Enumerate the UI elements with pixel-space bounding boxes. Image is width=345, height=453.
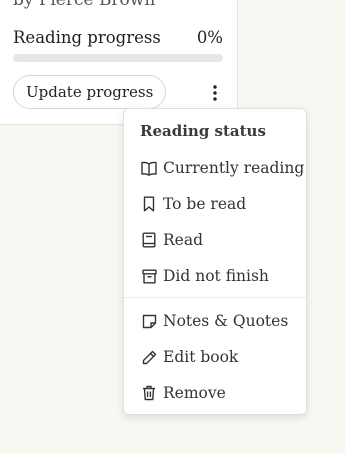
menu-item-notes-quotes[interactable]: Notes & Quotes (124, 304, 306, 338)
book-options-menu: Reading status Currently reading To be r… (123, 108, 307, 415)
trash-icon (141, 385, 157, 401)
closed-book-icon (141, 232, 157, 248)
menu-item-currently-reading[interactable]: Currently reading (124, 151, 306, 185)
bookmark-icon (141, 196, 157, 212)
more-options-icon[interactable] (205, 81, 225, 105)
menu-item-to-be-read[interactable]: To be read (124, 187, 306, 221)
reading-progress-label: Reading progress (13, 28, 161, 47)
note-icon (141, 313, 157, 329)
pencil-icon (141, 349, 157, 365)
archive-icon (141, 268, 157, 284)
menu-divider (124, 297, 306, 298)
menu-item-label: Notes & Quotes (163, 312, 289, 330)
menu-item-label: Remove (163, 384, 226, 402)
book-author: by Pierce Brown (13, 0, 156, 10)
open-book-icon (141, 160, 157, 176)
menu-item-label: To be read (163, 195, 247, 213)
menu-item-label: Read (163, 231, 204, 249)
menu-item-edit-book[interactable]: Edit book (124, 340, 306, 374)
menu-item-label: Edit book (163, 348, 239, 366)
reading-progress-bar (13, 54, 223, 62)
menu-item-label: Currently reading (163, 159, 305, 177)
book-card: by Pierce Brown Reading progress 0% Upda… (0, 0, 238, 125)
menu-item-label: Did not finish (163, 267, 269, 285)
menu-item-read[interactable]: Read (124, 223, 306, 257)
menu-item-did-not-finish[interactable]: Did not finish (124, 259, 306, 293)
reading-status-heading: Reading status (140, 122, 266, 140)
update-progress-button[interactable]: Update progress (13, 75, 167, 109)
menu-item-remove[interactable]: Remove (124, 376, 306, 410)
reading-progress-value: 0% (196, 28, 223, 47)
